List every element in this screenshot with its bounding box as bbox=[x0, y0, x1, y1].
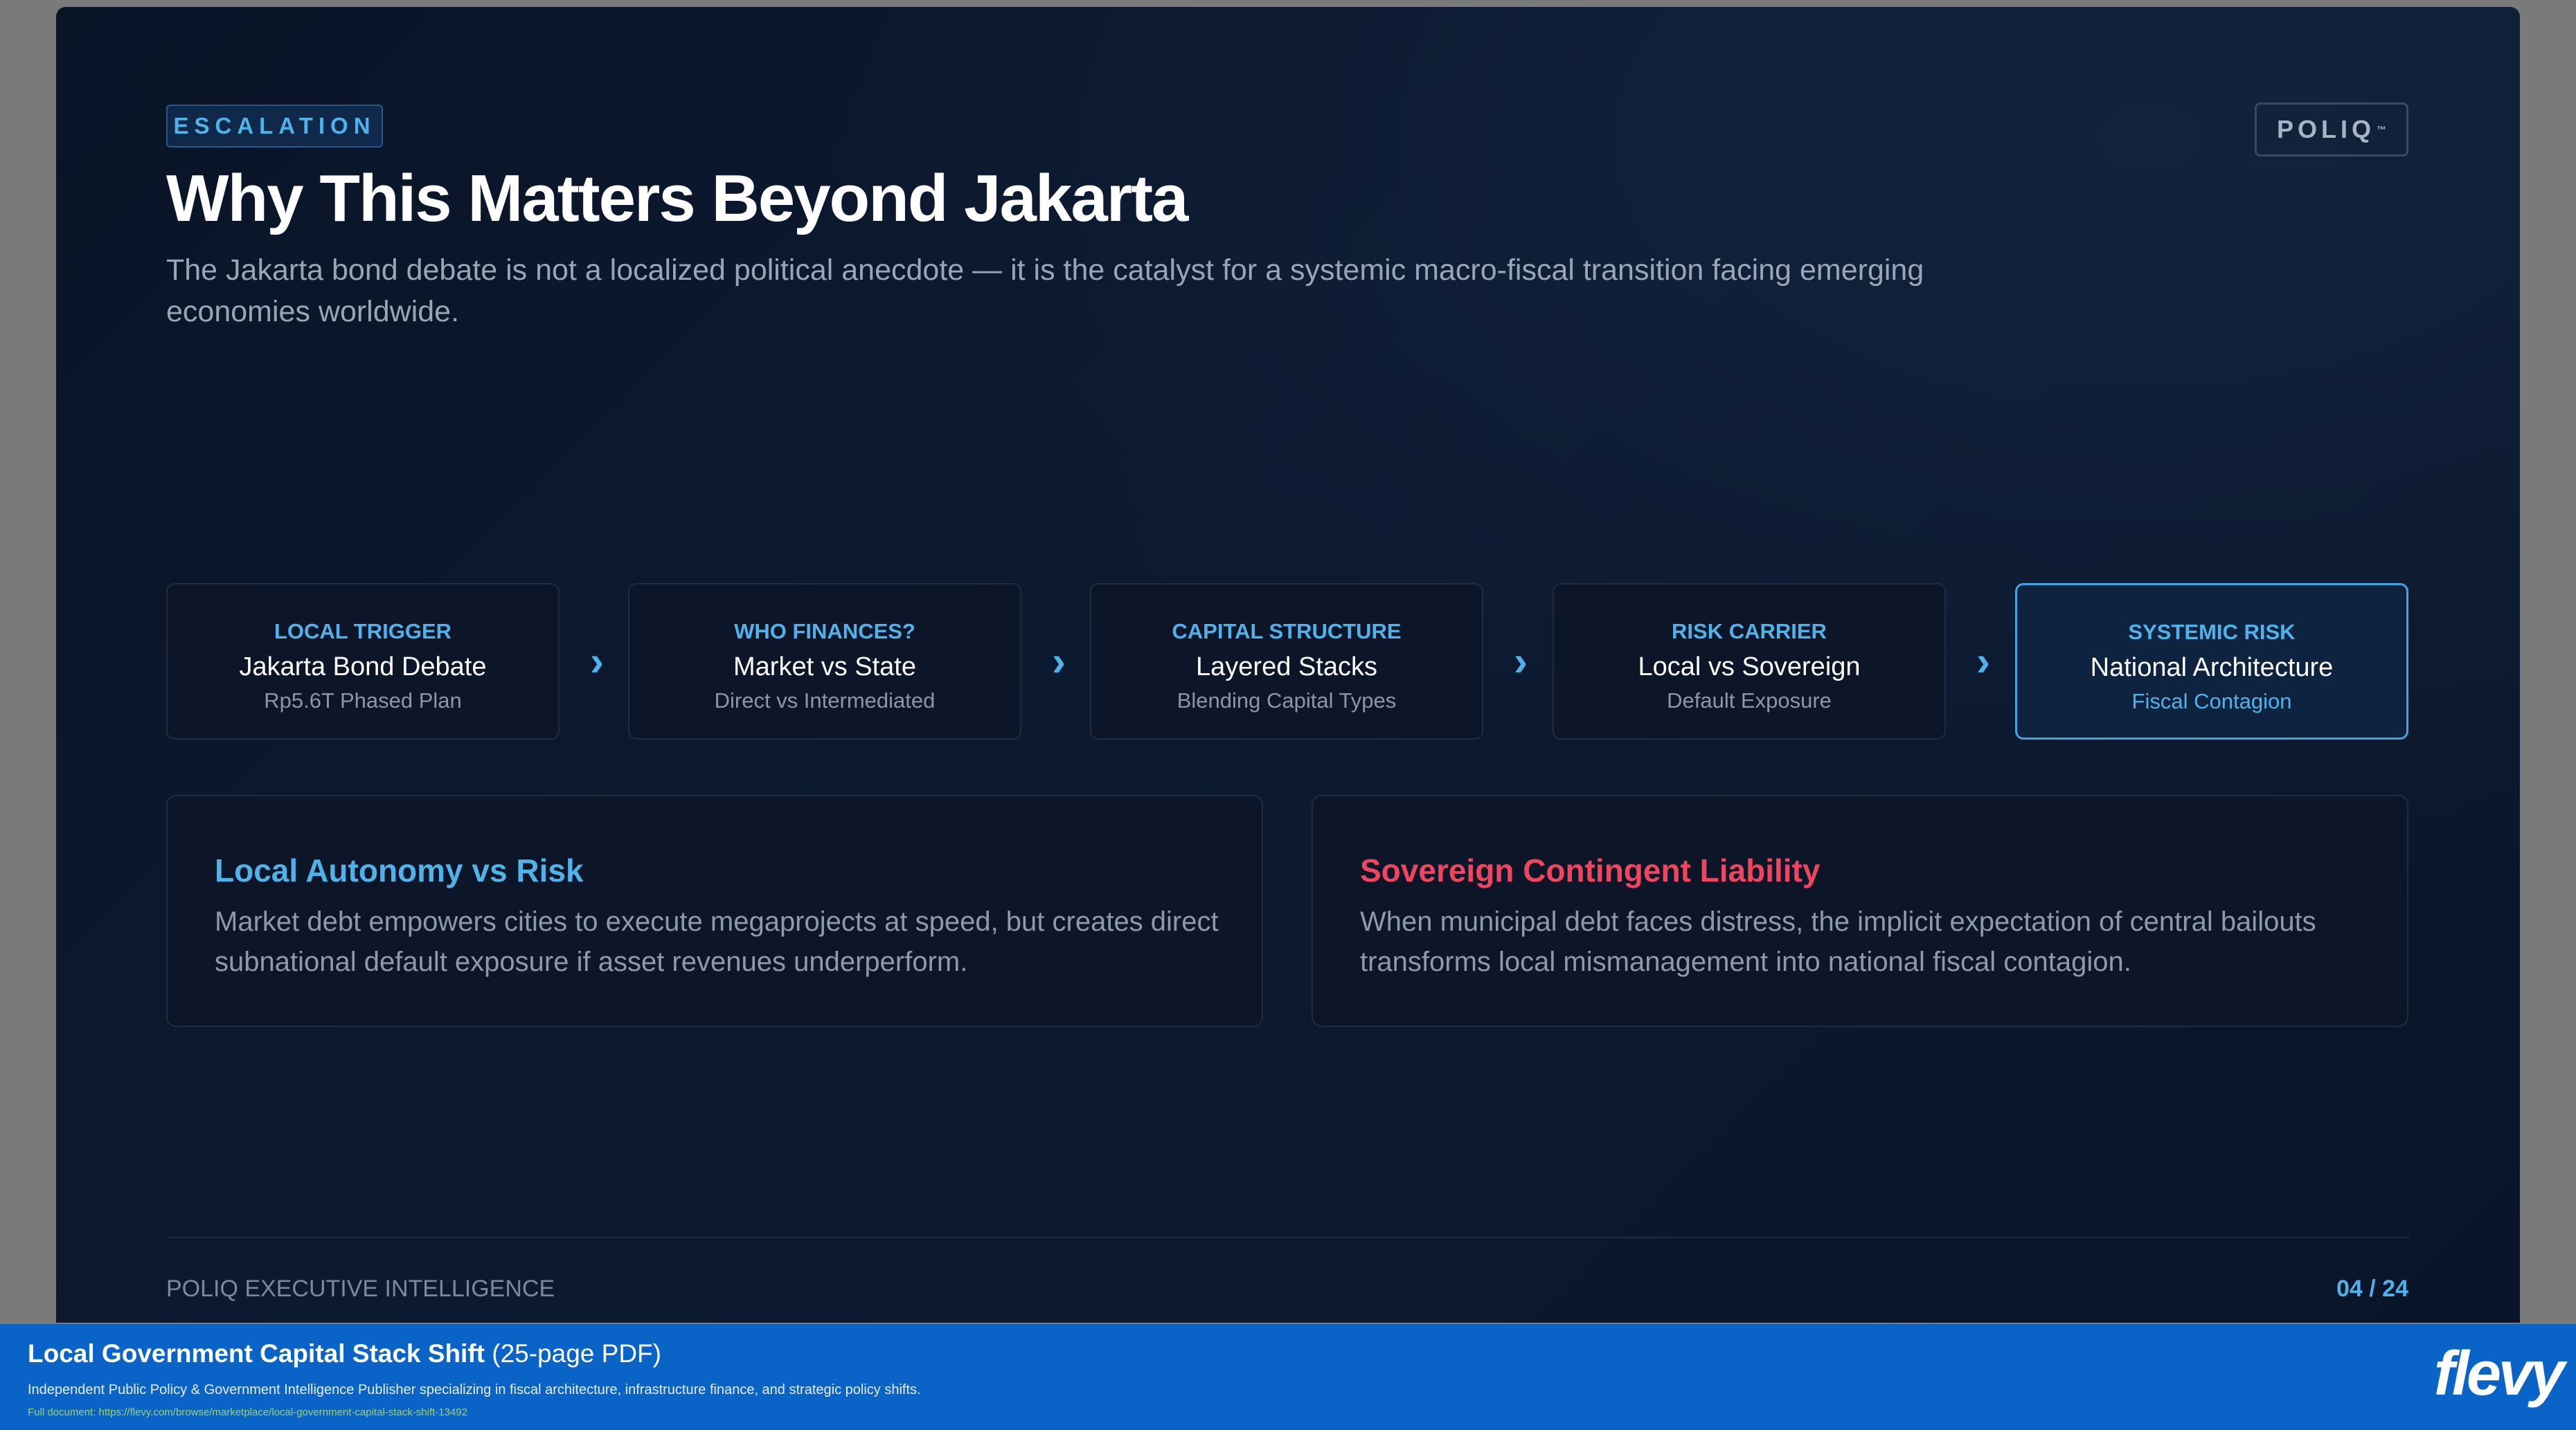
chevron-right-icon: › bbox=[1976, 638, 1990, 684]
flow-step-name: Market vs State bbox=[733, 652, 916, 681]
flow-step-label: RISK CARRIER bbox=[1672, 619, 1827, 643]
escalation-flow: LOCAL TRIGGER Jakarta Bond Debate Rp5.6T… bbox=[56, 583, 2520, 740]
page-subtitle: The Jakarta bond debate is not a localiz… bbox=[166, 253, 1924, 328]
card-body: When municipal debt faces distress, the … bbox=[1360, 906, 2316, 977]
poliq-logo-text: POLIQ bbox=[2276, 115, 2375, 143]
footer-brand: POLIQ EXECUTIVE INTELLIGENCE bbox=[166, 1276, 555, 1302]
banner-title[interactable]: Local Government Capital Stack Shift (25… bbox=[28, 1339, 661, 1368]
flow-step-sub: Rp5.6T Phased Plan bbox=[264, 688, 462, 713]
card-title: Sovereign Contingent Liability bbox=[1360, 852, 1821, 888]
poliq-logo: POLIQ ™ bbox=[2255, 102, 2408, 157]
flow-step-label: CAPITAL STRUCTURE bbox=[1172, 619, 1402, 643]
flow-step-name: National Architecture bbox=[2090, 653, 2334, 682]
card-title: Local Autonomy vs Risk bbox=[215, 852, 584, 888]
section-tag: ESCALATION bbox=[166, 105, 383, 148]
banner-description: Independent Public Policy & Government I… bbox=[28, 1382, 921, 1397]
flow-step-label: SYSTEMIC RISK bbox=[2128, 620, 2296, 644]
flow-step-systemic-risk: SYSTEMIC RISK National Architecture Fisc… bbox=[2015, 583, 2408, 740]
card-local-autonomy: Local Autonomy vs Risk Market debt empow… bbox=[166, 795, 1263, 1027]
slide: ESCALATION POLIQ ™ Why This Matters Beyon… bbox=[56, 7, 2520, 1323]
chevron-right-icon: › bbox=[1514, 638, 1528, 684]
document-banner[interactable]: Local Government Capital Stack Shift (25… bbox=[0, 1324, 2576, 1430]
banner-title-main: Local Government Capital Stack Shift bbox=[28, 1339, 485, 1368]
card-sovereign-liability: Sovereign Contingent Liability When muni… bbox=[1312, 795, 2408, 1027]
flow-step-capital-structure: CAPITAL STRUCTURE Layered Stacks Blendin… bbox=[1090, 583, 1483, 740]
flow-step-sub: Blending Capital Types bbox=[1177, 688, 1397, 713]
page-number: 04 / 24 bbox=[2336, 1276, 2408, 1302]
flow-step-sub: Fiscal Contagion bbox=[2131, 689, 2292, 713]
flow-step-sub: Direct vs Intermediated bbox=[714, 688, 936, 713]
flow-step-name: Layered Stacks bbox=[1196, 652, 1377, 681]
footer-divider bbox=[166, 1237, 2410, 1238]
flow-step-label: LOCAL TRIGGER bbox=[274, 619, 452, 643]
card-body: Market debt empowers cities to execute m… bbox=[215, 906, 1219, 977]
flow-step-who-finances: WHO FINANCES? Market vs State Direct vs … bbox=[628, 583, 1021, 740]
chevron-right-icon: › bbox=[590, 638, 604, 684]
flow-step-risk-carrier: RISK CARRIER Local vs Sovereign Default … bbox=[1553, 583, 1946, 740]
banner-url-link[interactable]: Full document: https://flevy.com/browse/… bbox=[28, 1406, 467, 1418]
banner-title-pages: (25-page PDF) bbox=[484, 1339, 661, 1368]
flow-step-label: WHO FINANCES? bbox=[734, 619, 915, 643]
trademark-mark: ™ bbox=[2377, 124, 2386, 135]
flow-step-name: Jakarta Bond Debate bbox=[239, 652, 487, 681]
flow-step-name: Local vs Sovereign bbox=[1638, 652, 1861, 681]
flevy-logo[interactable]: flevy bbox=[2431, 1339, 2565, 1409]
flow-step-local-trigger: LOCAL TRIGGER Jakarta Bond Debate Rp5.6T… bbox=[166, 583, 560, 740]
chevron-right-icon: › bbox=[1052, 638, 1066, 684]
page-title: Why This Matters Beyond Jakarta bbox=[166, 161, 1188, 235]
flow-step-sub: Default Exposure bbox=[1667, 688, 1832, 713]
